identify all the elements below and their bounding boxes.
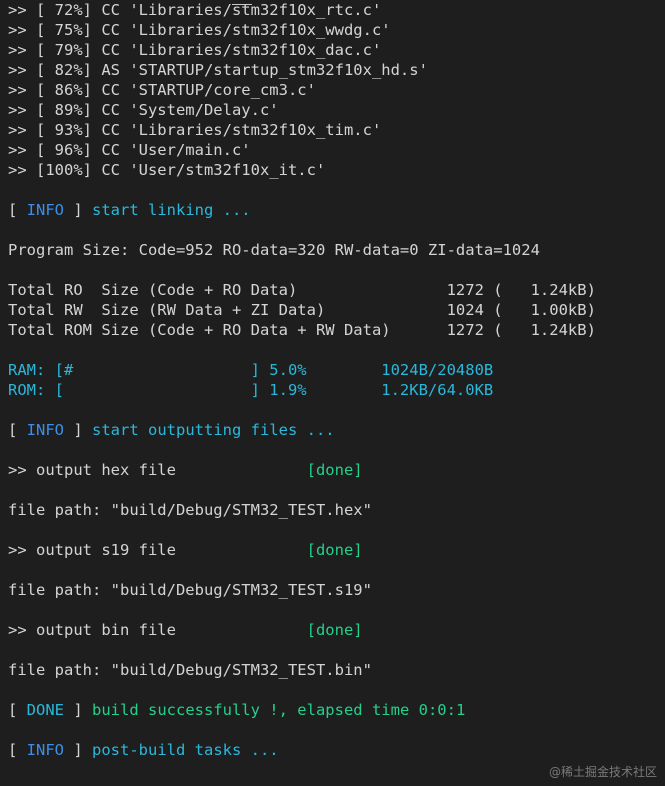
hex-file-path: file path: "build/Debug/STM32_TEST.hex" <box>8 501 372 519</box>
bracket-close: ] <box>64 421 92 439</box>
bracket-open: [ <box>8 201 27 219</box>
output-label: >> output s19 file <box>8 541 307 559</box>
compile-line: >> [ 72%] CC 'Libraries/stm32f10x_rtc.c' <box>8 1 382 19</box>
program-size-line: Program Size: Code=952 RO-data=320 RW-da… <box>8 241 540 259</box>
compile-line: >> [ 89%] CC 'System/Delay.c' <box>8 101 279 119</box>
ram-usage-line: RAM: [# ] 5.0% 1024B/20480B <box>8 361 494 379</box>
compile-line: >> [ 75%] CC 'Libraries/stm32f10x_wwdg.c… <box>8 21 391 39</box>
compile-line: >> [ 93%] CC 'Libraries/stm32f10x_tim.c' <box>8 121 382 139</box>
done-status: [done] <box>306 541 363 559</box>
info-message: post-build tasks ... <box>92 741 279 759</box>
info-output-line: [ INFO ] start outputting files ... <box>8 420 665 440</box>
terminal-output: >> [ 72%] CC 'Libraries/stm32f10x_rtc.c'… <box>8 0 665 760</box>
compile-line: >> [ 96%] CC 'User/main.c' <box>8 141 251 159</box>
output-s19-line: >> output s19 file [done] <box>8 540 665 560</box>
size-totals: Total RO Size (Code + RO Data) 1272 ( 1.… <box>8 280 665 340</box>
rom-usage-line: ROM: [ ] 1.9% 1.2KB/64.0KB <box>8 381 494 399</box>
info-linking-line: [ INFO ] start linking ... <box>8 200 665 220</box>
output-label: >> output bin file <box>8 621 307 639</box>
watermark-text: @稀土掘金技术社区 <box>548 765 657 779</box>
s19-file-path: file path: "build/Debug/STM32_TEST.s19" <box>8 581 372 599</box>
output-label: >> output hex file <box>8 461 307 479</box>
compile-lines: >> [ 72%] CC 'Libraries/stm32f10x_rtc.c'… <box>8 0 665 180</box>
total-rw-line: Total RW Size (RW Data + ZI Data) 1024 (… <box>8 301 596 319</box>
info-tag: INFO <box>26 201 64 219</box>
total-rom-line: Total ROM Size (Code + RO Data + RW Data… <box>8 321 596 339</box>
bracket-open: [ <box>8 421 27 439</box>
bracket-close: ] <box>64 201 92 219</box>
done-line: [ DONE ] build successfully !, elapsed t… <box>8 700 665 720</box>
done-status: [done] <box>306 461 363 479</box>
bin-file-path: file path: "build/Debug/STM32_TEST.bin" <box>8 661 372 679</box>
bracket-close: ] <box>64 741 92 759</box>
info-post-build-line: [ INFO ] post-build tasks ... <box>8 740 665 760</box>
compile-line: >> [ 86%] CC 'STARTUP/core_cm3.c' <box>8 81 316 99</box>
info-message: start outputting files ... <box>92 421 335 439</box>
bracket-open: [ <box>8 701 27 719</box>
total-ro-line: Total RO Size (Code + RO Data) 1272 ( 1.… <box>8 281 596 299</box>
compile-line: >> [ 79%] CC 'Libraries/stm32f10x_dac.c' <box>8 41 382 59</box>
info-tag: INFO <box>26 741 64 759</box>
bracket-close: ] <box>64 701 92 719</box>
info-tag: INFO <box>26 421 64 439</box>
compile-line: >> [ 82%] AS 'STARTUP/startup_stm32f10x_… <box>8 61 428 79</box>
compile-line: >> [100%] CC 'User/stm32f10x_it.c' <box>8 161 326 179</box>
bracket-open: [ <box>8 741 27 759</box>
output-bin-line: >> output bin file [done] <box>8 620 665 640</box>
done-status: [done] <box>306 621 363 639</box>
output-hex-line: >> output hex file [done] <box>8 460 665 480</box>
done-message: build successfully !, elapsed time 0:0:1 <box>92 701 466 719</box>
info-message: start linking ... <box>92 201 251 219</box>
done-tag: DONE <box>26 701 64 719</box>
